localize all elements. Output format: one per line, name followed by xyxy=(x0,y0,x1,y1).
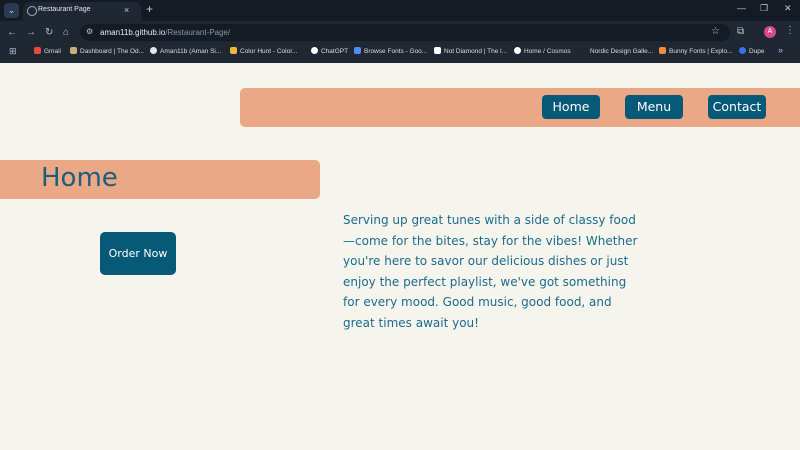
tab-title: Restaurant Page xyxy=(38,6,91,13)
bookmark-item[interactable]: Color Hunt - Color... xyxy=(230,47,297,55)
bookmark-favicon-icon xyxy=(739,47,746,54)
github-icon xyxy=(150,47,157,54)
description-text: Serving up great tunes with a side of cl… xyxy=(343,213,638,330)
bookmark-favicon-icon xyxy=(580,47,587,54)
nav-menu-button[interactable]: Menu xyxy=(625,95,683,119)
nav-home-button[interactable]: Home xyxy=(542,95,600,119)
bookmark-item[interactable]: Nordic Design Galle... xyxy=(580,47,653,55)
profile-avatar[interactable]: A xyxy=(764,26,776,38)
bookmark-item[interactable]: Gmail xyxy=(34,47,61,55)
bookmark-item[interactable]: Not Diamond | The l... xyxy=(434,47,507,55)
gmail-icon xyxy=(34,47,41,54)
google-fonts-icon xyxy=(354,47,361,54)
bookmark-item[interactable]: Dupe xyxy=(739,47,765,55)
bookmark-item[interactable]: ChatGPT xyxy=(311,47,348,55)
bookmark-favicon-icon xyxy=(659,47,666,54)
back-icon[interactable]: ← xyxy=(7,27,17,38)
reload-icon[interactable]: ↻ xyxy=(45,27,53,38)
tab-strip: ⌄ Restaurant Page × + — ❐ ✕ xyxy=(0,0,800,21)
url-text: aman11b.github.io/Restaurant-Page/ xyxy=(100,28,231,37)
page-content: Home Menu Contact Home Order Now Serving… xyxy=(0,63,800,450)
more-menu-icon[interactable]: ⋮ xyxy=(785,25,795,36)
new-tab-icon[interactable]: + xyxy=(146,2,153,16)
bookmark-favicon-icon xyxy=(434,47,441,54)
home-icon[interactable]: ⌂ xyxy=(63,27,69,38)
bookmark-favicon-icon xyxy=(514,47,521,54)
bookmark-favicon-icon xyxy=(230,47,237,54)
restore-icon[interactable]: ❐ xyxy=(760,3,768,14)
chevron-right-icon[interactable]: » xyxy=(778,45,783,55)
bookmark-item[interactable]: Bunny Fonts | Explo... xyxy=(659,47,732,55)
window-close-icon[interactable]: ✕ xyxy=(784,3,792,14)
extensions-icon[interactable]: ⧉ xyxy=(737,26,744,37)
bookmark-item[interactable]: Aman11b (Aman Si... xyxy=(150,47,221,55)
tab-search-icon[interactable]: ⌄ xyxy=(4,3,19,18)
browser-tab[interactable]: Restaurant Page × xyxy=(23,2,141,21)
close-icon[interactable]: × xyxy=(124,5,129,15)
bookmark-star-icon[interactable]: ☆ xyxy=(711,26,720,37)
apps-grid-icon[interactable]: ⊞ xyxy=(9,46,17,57)
address-bar[interactable]: ⚙ aman11b.github.io/Restaurant-Page/ xyxy=(80,24,730,41)
top-nav-bar: Home Menu Contact xyxy=(240,88,800,127)
forward-icon[interactable]: → xyxy=(26,27,36,38)
site-info-icon[interactable]: ⚙ xyxy=(86,27,93,36)
minimize-icon[interactable]: — xyxy=(737,3,746,13)
bookmark-item[interactable]: Home / Cosmos xyxy=(514,47,571,55)
bookmark-item[interactable]: Browse Fonts - Goo... xyxy=(354,47,427,55)
heading-bar: Home xyxy=(0,160,320,199)
order-now-button[interactable]: Order Now xyxy=(100,232,176,275)
bookmark-item[interactable]: Dashboard | The Od... xyxy=(70,47,144,55)
chatgpt-icon xyxy=(311,47,318,54)
bookmark-favicon-icon xyxy=(70,47,77,54)
page-title: Home xyxy=(41,163,118,193)
bookmarks-bar: ⊞ Gmail Dashboard | The Od... Aman11b (A… xyxy=(0,44,800,61)
globe-icon xyxy=(27,6,37,16)
browser-chrome: ⌄ Restaurant Page × + — ❐ ✕ ← → ↻ ⌂ ⚙ am… xyxy=(0,0,800,63)
nav-contact-button[interactable]: Contact xyxy=(708,95,766,119)
